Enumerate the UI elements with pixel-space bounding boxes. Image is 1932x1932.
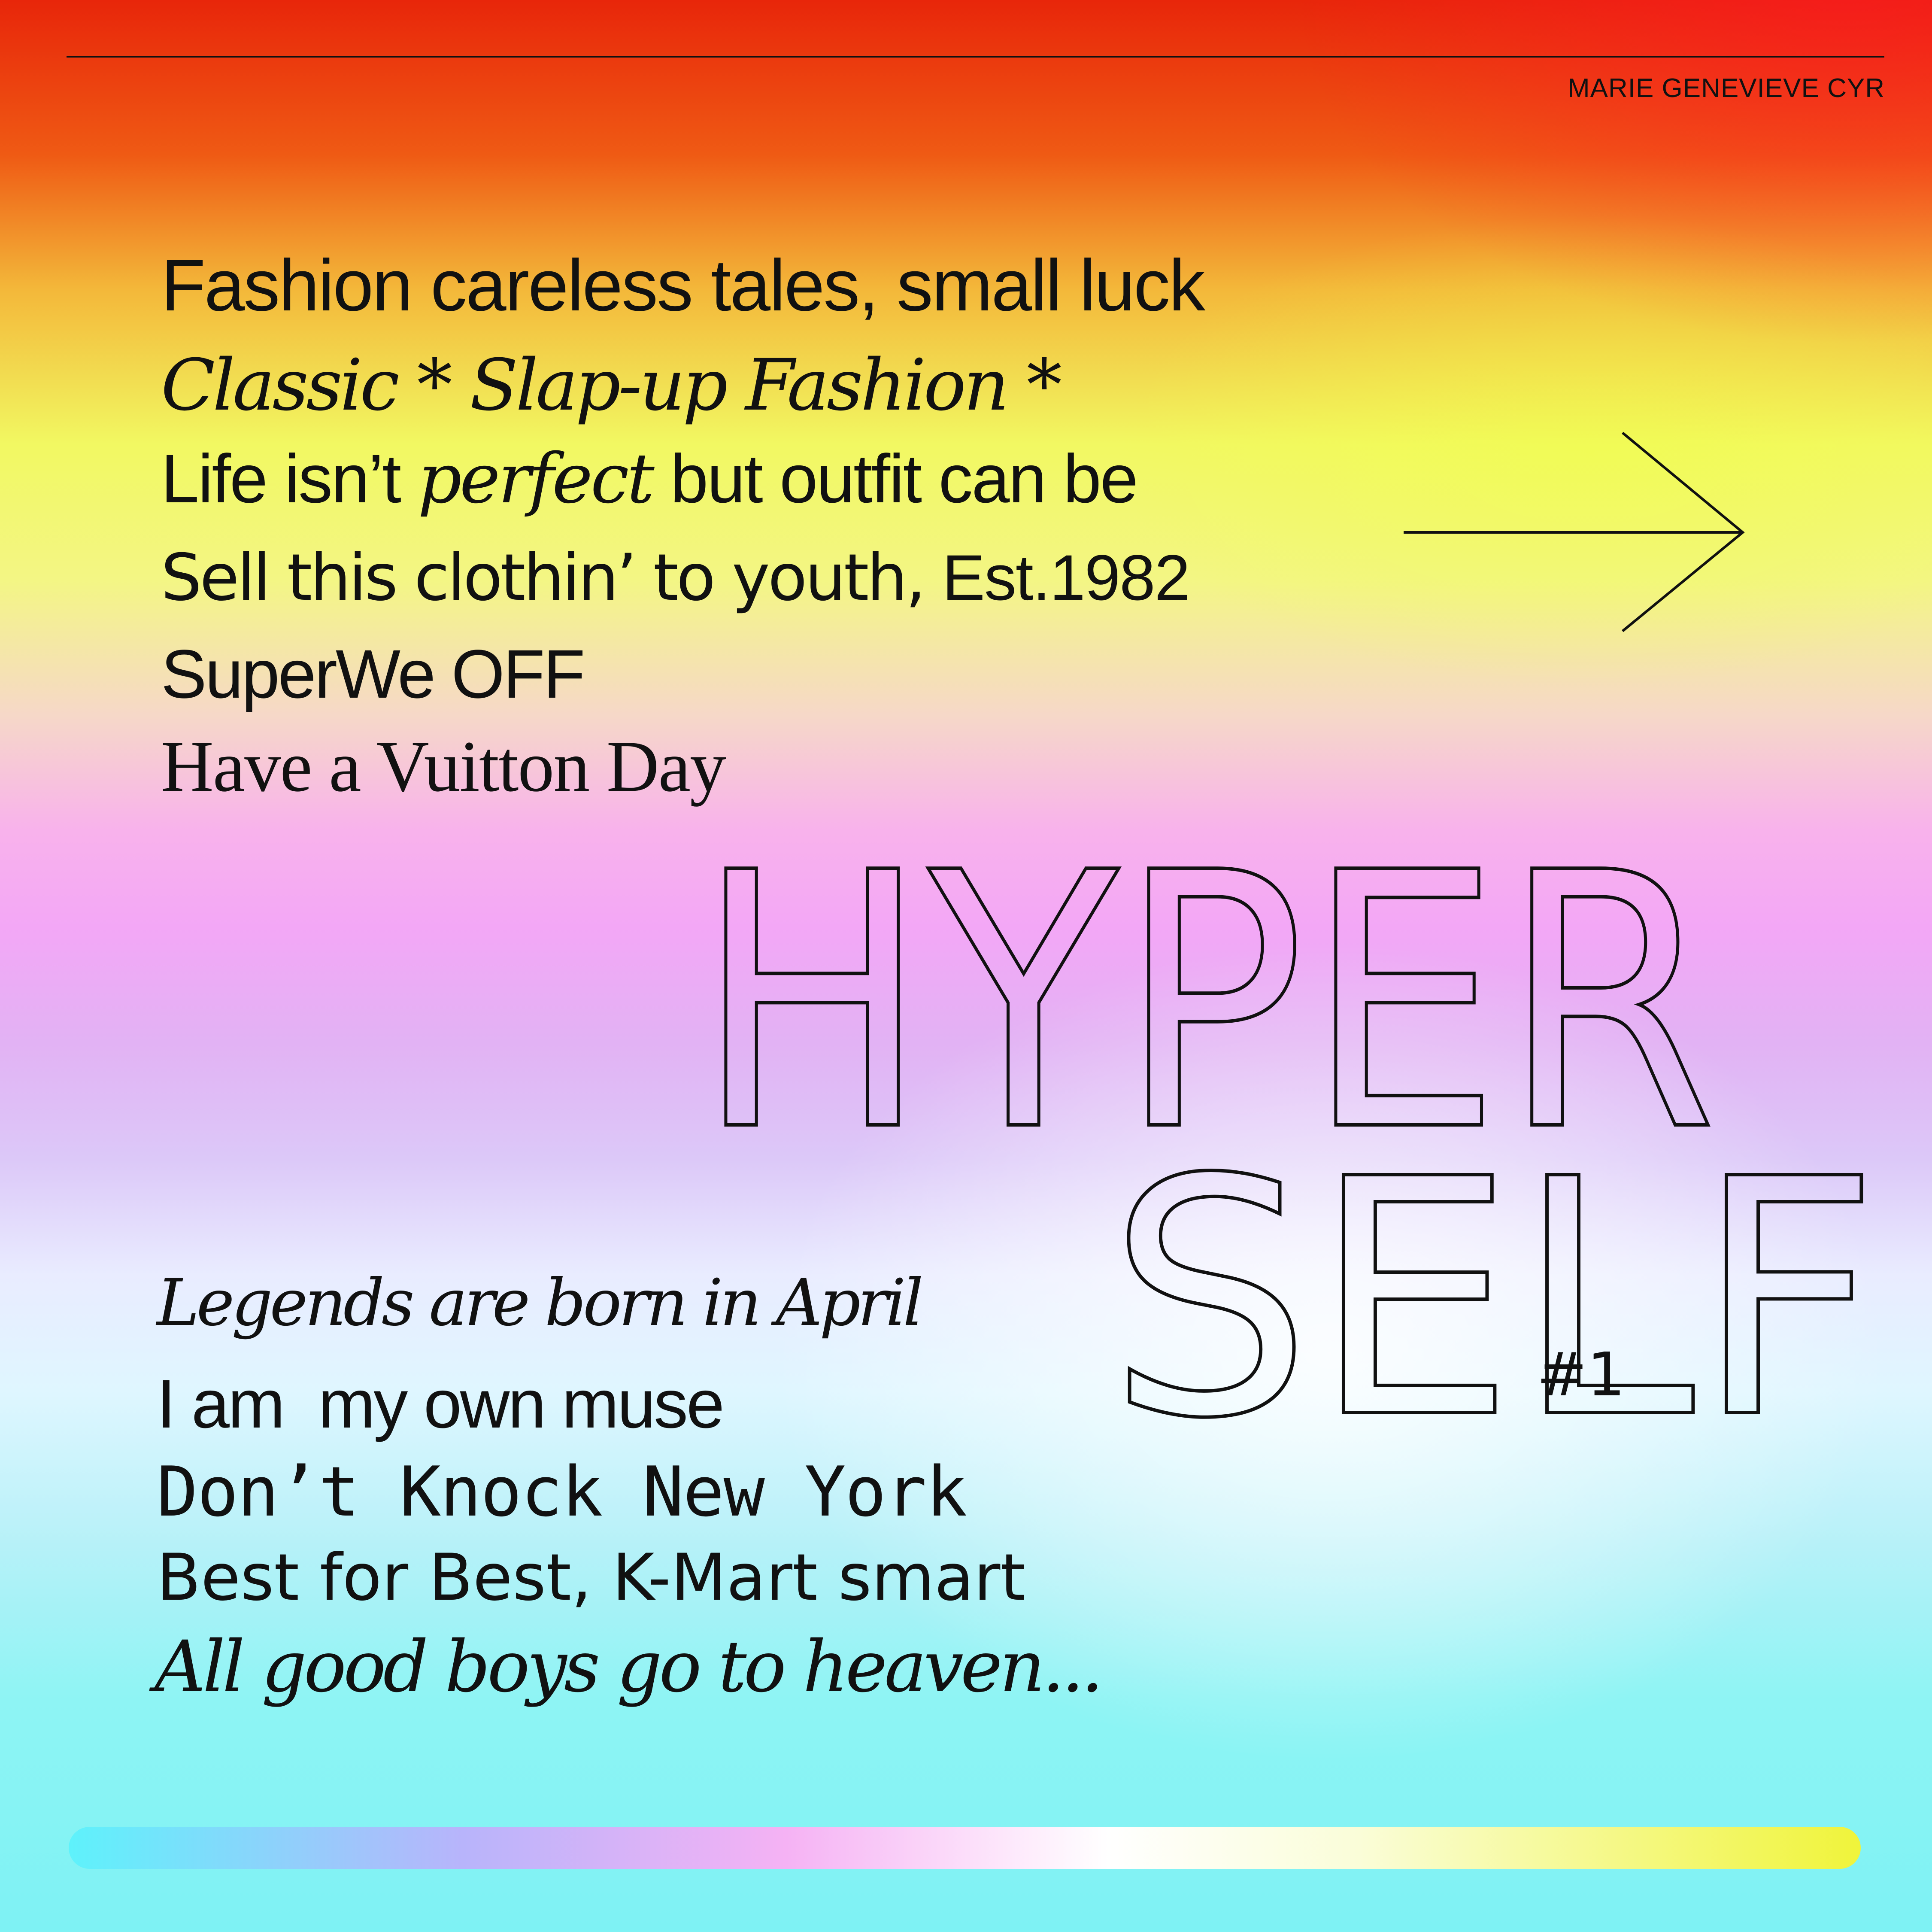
tagline-2: Classic * Slap-up Fashion * [161, 344, 1062, 426]
author-name: MARIE GENEVIEVE CYR [1567, 73, 1885, 103]
tagline-3-start: Life isn’t [161, 440, 418, 517]
tagline-3-end: but outfit can be [652, 440, 1138, 517]
tagline-5: SuperWe OFF [161, 635, 585, 712]
self-title: SELF #1 [1106, 1109, 1882, 1492]
hyper-title: HYPER [694, 797, 1719, 1210]
issue-number: #1 [1537, 1340, 1625, 1410]
tagline-3-italic: perfect [418, 438, 654, 519]
red-glow [1288, 0, 1932, 343]
tagline-4: Sell this clothin’ to youth, Est.1982 [161, 545, 1190, 610]
gradient-bar [69, 1827, 1861, 1869]
tagline-4-end: Est.1982 [942, 541, 1190, 614]
tagline-8: I am my own muse [157, 1365, 725, 1442]
tagline-3: Life isn’t perfect but outfit can be [161, 444, 1138, 513]
tagline-4-start: Sell this clothin’ to youth, [161, 541, 942, 615]
tagline-7: Legends are born in April [157, 1266, 924, 1340]
tagline-11: All good boys go to heaven... [155, 1625, 1104, 1708]
self-title-text: SELF [1107, 1110, 1880, 1490]
arrow-right-icon [1404, 431, 1745, 632]
tagline-6: Have a Vuitton Day [161, 726, 726, 807]
top-rule [67, 56, 1884, 58]
poster: MARIE GENEVIEVE CYR Fashion careless tal… [0, 0, 1932, 1932]
tagline-10: Best for Best, K-Mart smart [157, 1540, 1026, 1615]
tagline-1: Fashion careless tales, small luck [161, 245, 1205, 326]
tagline-9: Don’t Knock New York [157, 1452, 968, 1532]
